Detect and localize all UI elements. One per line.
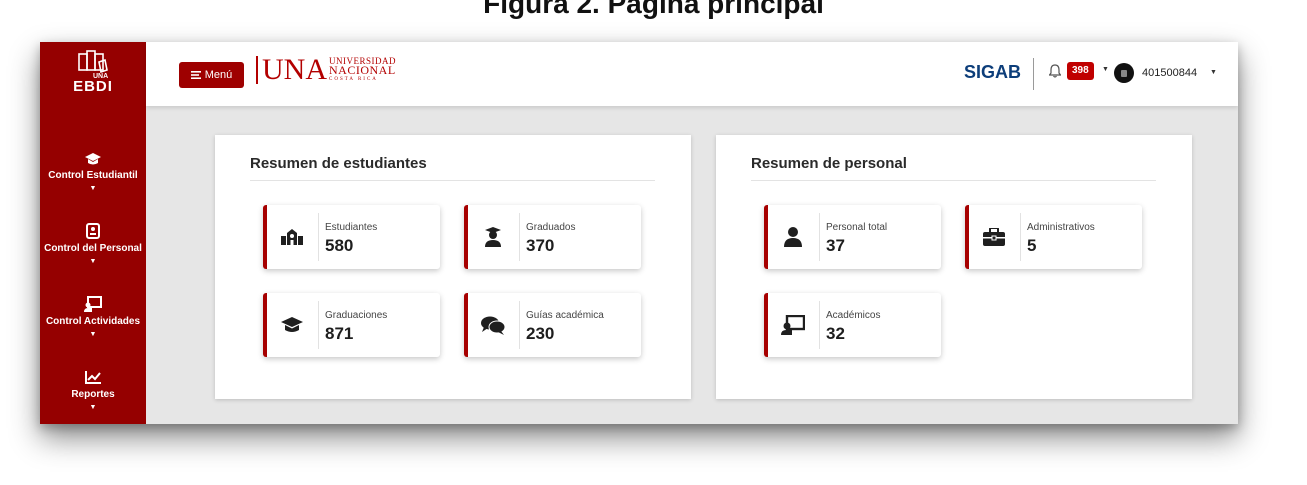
sidebar-item-control-personal[interactable]: Control del Personal ▼ (40, 223, 146, 265)
app-brand: SIGAB (964, 62, 1022, 82)
bell-icon[interactable] (1049, 64, 1061, 78)
stat-card-graduaciones[interactable]: Graduaciones 871 (263, 293, 440, 357)
stat-value: 230 (526, 324, 555, 343)
ebdi-logo: UNA EBDI (40, 48, 146, 95)
sidebar-item-control-estudiantil[interactable]: Control Estudiantil ▼ (40, 152, 146, 192)
avatar[interactable] (1114, 63, 1134, 83)
stat-label: Administrativos (1027, 222, 1095, 233)
sidebar-item-label: Control Actividades (45, 316, 141, 327)
stat-value: 5 (1027, 236, 1037, 255)
graduation-cap-icon (281, 317, 303, 332)
sidebar: UNA EBDI Control Estudiantil ▼ Control d… (40, 42, 146, 424)
stat-card-personal-total[interactable]: Personal total 37 (764, 205, 941, 269)
staff-summary-panel: Resumen de personal Personal total 37 Ad… (716, 135, 1192, 399)
stat-card-graduados[interactable]: Graduados 370 (464, 205, 641, 269)
una-logo: UNA UNIVERSIDAD NACIONAL COSTA RICA (256, 55, 396, 85)
chalkboard-teacher-icon (781, 315, 805, 335)
hamburger-icon (190, 71, 201, 79)
notification-badge[interactable]: 398 (1067, 62, 1094, 80)
user-graduate-icon (485, 227, 501, 247)
panel-divider (751, 180, 1156, 181)
stat-card-estudiantes[interactable]: Estudiantes 580 (263, 205, 440, 269)
graduation-cap-icon (85, 153, 101, 165)
stat-label: Graduados (526, 222, 576, 233)
menu-button[interactable]: Menú (179, 62, 244, 88)
sidebar-item-reportes[interactable]: Reportes ▼ (40, 370, 146, 411)
stat-label: Guías académica (526, 310, 604, 321)
chevron-down-icon: ▼ (89, 404, 97, 411)
chevron-down-icon[interactable]: ▼ (1102, 66, 1109, 73)
stat-value: 370 (526, 236, 555, 255)
chevron-down-icon: ▼ (89, 331, 97, 338)
figure-title: Figura 2. Página principal (483, 0, 824, 19)
stat-label: Académicos (826, 310, 881, 321)
comments-icon (481, 316, 505, 335)
sidebar-item-control-actividades[interactable]: Control Actividades ▼ (40, 296, 146, 338)
user-icon (784, 227, 802, 247)
chevron-down-icon: ▼ (89, 185, 97, 192)
una-logo-big: UNA (256, 55, 327, 85)
sidebar-item-label: Reportes (71, 389, 115, 400)
app-window: UNA EBDI Control Estudiantil ▼ Control d… (40, 42, 1238, 424)
briefcase-icon (983, 228, 1005, 246)
panel-divider (250, 180, 655, 181)
divider (1033, 58, 1034, 90)
chevron-down-icon[interactable]: ▼ (1210, 69, 1217, 76)
stat-label: Personal total (826, 222, 888, 233)
id-badge-icon (86, 223, 100, 239)
chalkboard-teacher-icon (84, 296, 102, 312)
chevron-down-icon: ▼ (89, 258, 97, 265)
una-logo-small: UNIVERSIDAD NACIONAL COSTA RICA (329, 56, 396, 83)
school-icon (281, 229, 303, 245)
stat-card-guias-academica[interactable]: Guías académica 230 (464, 293, 641, 357)
stat-card-academicos[interactable]: Académicos 32 (764, 293, 941, 357)
stat-value: 37 (826, 236, 845, 255)
panel-title: Resumen de personal (751, 155, 907, 172)
chart-line-icon (85, 371, 101, 384)
stat-card-administrativos[interactable]: Administrativos 5 (965, 205, 1142, 269)
user-id[interactable]: 401500844 (1142, 67, 1197, 79)
students-summary-panel: Resumen de estudiantes Estudiantes 580 G… (215, 135, 691, 399)
stat-value: 580 (325, 236, 354, 255)
topbar: Menú UNA UNIVERSIDAD NACIONAL COSTA RICA… (146, 42, 1238, 106)
sidebar-item-label: Control del Personal (44, 243, 142, 254)
stat-value: 32 (826, 324, 845, 343)
stat-label: Graduaciones (325, 310, 388, 321)
books-logo-icon: UNA (78, 50, 108, 80)
stat-value: 871 (325, 324, 354, 343)
menu-button-label: Menú (204, 69, 233, 81)
stat-label: Estudiantes (325, 222, 378, 233)
panel-title: Resumen de estudiantes (250, 155, 427, 172)
sidebar-item-label: Control Estudiantil (48, 170, 138, 181)
logo-text: EBDI (73, 78, 113, 95)
